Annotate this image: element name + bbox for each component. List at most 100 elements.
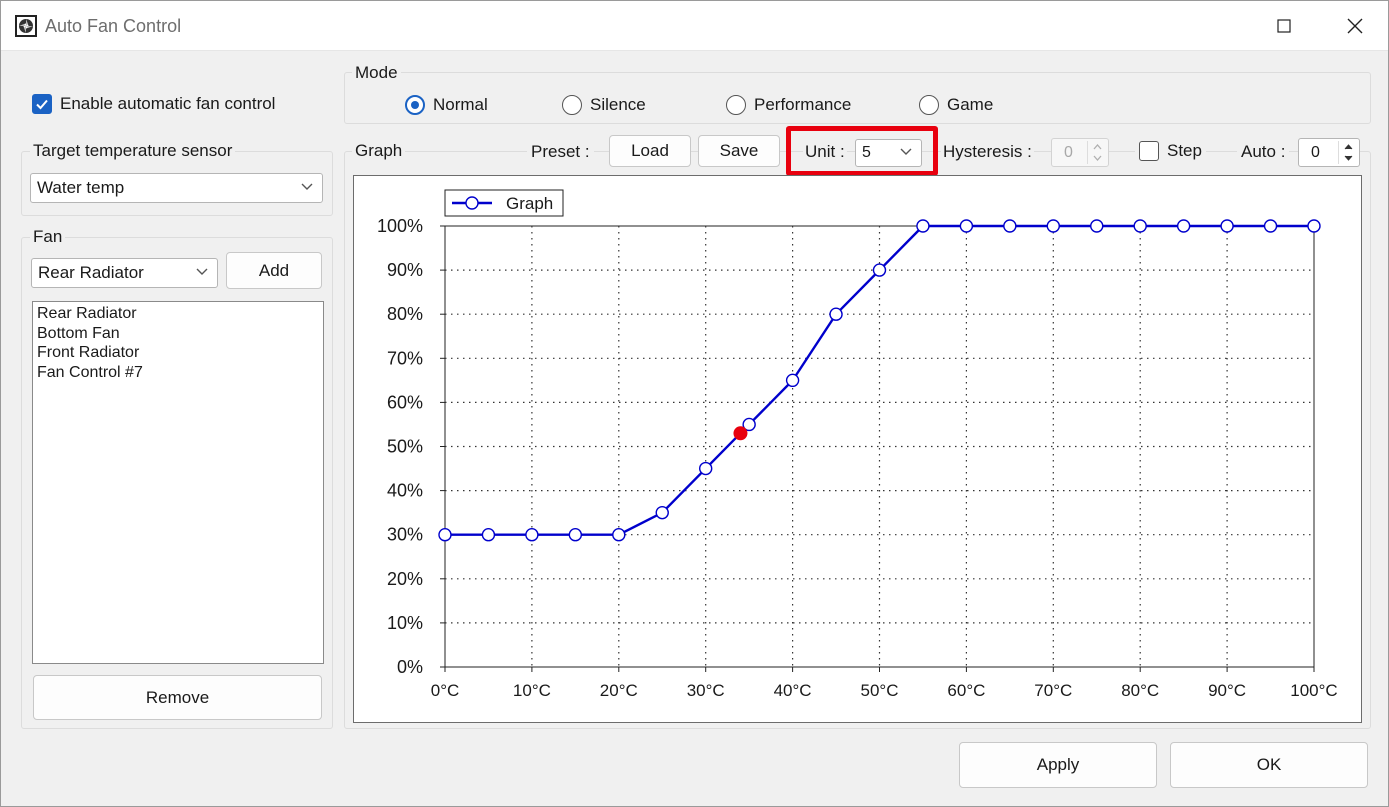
fan-curve-chart[interactable]: 0°C 10°C 20°C 30°C 40°C 50°C 60°C 70°C 80°C 90°C 1… [354,176,1361,722]
radio-indicator [726,95,746,115]
x-tick-label: 30°C [687,681,725,700]
mode-silence-label: Silence [590,95,646,114]
title-bar: Auto Fan Control [1,1,1388,51]
radio-indicator [562,95,582,115]
step-toggle[interactable]: Step [1135,141,1206,161]
y-tick-label: 10% [387,613,423,633]
mode-performance-label: Performance [754,95,852,114]
y-tick-label: 80% [387,304,423,324]
graph-group-label: Graph [352,141,406,161]
radio-indicator [405,95,425,115]
save-preset-button[interactable]: Save [698,135,780,167]
window-title: Auto Fan Control [45,16,182,36]
arrow-up-icon [1344,143,1352,150]
hysteresis-value: 0 [1064,143,1073,161]
data-point[interactable] [959,219,974,233]
enable-label: Enable automatic fan control [60,94,276,113]
x-tick-label: 20°C [600,681,638,700]
chevron-down-icon [301,183,313,190]
close-icon [1347,18,1363,34]
add-fan-button[interactable]: Add [226,252,322,289]
y-tick-label: 30% [387,525,423,545]
y-tick-label: 50% [387,437,423,457]
data-point[interactable] [525,528,539,542]
x-tick-label: 0°C [431,681,460,700]
data-point[interactable] [1003,219,1017,233]
arrow-up-icon [1093,143,1101,150]
data-point[interactable] [1176,219,1191,233]
data-point[interactable] [1090,219,1104,233]
fan-app-icon [15,15,37,37]
mode-normal-label: Normal [433,95,488,114]
unit-highlight-box [786,126,938,176]
checkmark-icon [36,99,48,110]
auto-value: 0 [1311,143,1320,161]
data-point[interactable] [568,528,583,542]
mode-radio-silence[interactable]: Silence [562,95,646,115]
x-tick-label: 60°C [947,681,985,700]
mode-radio-normal[interactable]: Normal [405,95,488,115]
y-tick-label: 40% [387,481,423,501]
spin-arrows[interactable] [1338,141,1357,164]
data-point[interactable] [481,528,496,542]
data-point[interactable] [1263,219,1278,233]
chevron-down-icon [196,268,208,275]
list-item[interactable]: Rear Radiator [37,304,319,324]
fan-selected-value: Rear Radiator [38,263,144,282]
x-tick-label: 70°C [1034,681,1072,700]
remove-fan-button[interactable]: Remove [33,675,322,720]
maximize-icon [1277,19,1291,33]
y-tick-label: 90% [387,260,423,280]
data-point[interactable] [829,307,843,321]
data-point[interactable] [1046,219,1060,233]
apply-button[interactable]: Apply [959,742,1157,788]
hysteresis-label: Hysteresis : [941,142,1034,162]
step-checkbox[interactable] [1139,141,1159,161]
close-button[interactable] [1340,12,1370,40]
data-point[interactable] [1220,219,1234,233]
list-item-selected[interactable]: Front Radiator [37,343,319,363]
hysteresis-spinner[interactable]: 0 [1051,138,1109,167]
data-point[interactable] [872,263,887,277]
spin-arrows[interactable] [1087,141,1106,164]
ok-button[interactable]: OK [1170,742,1368,788]
fan-curve-graph[interactable]: 0°C 10°C 20°C 30°C 40°C 50°C 60°C 70°C 80°C 90°C 1… [353,175,1362,723]
y-tick-label: 100% [377,216,423,236]
auto-fan-control-window: Auto Fan Control Enable automatic fan co… [0,0,1389,807]
data-point[interactable] [655,505,669,520]
fan-list[interactable]: Rear Radiator Bottom Fan Front Radiator … [32,301,324,664]
y-tick-label: 60% [387,392,423,412]
sensor-dropdown[interactable]: Water temp [30,173,323,203]
auto-label: Auto : [1237,142,1290,162]
auto-spinner[interactable]: 0 [1298,138,1360,167]
x-tick-label: 80°C [1121,681,1159,700]
mode-radio-performance[interactable]: Performance [726,95,851,115]
data-point[interactable] [612,528,626,542]
enable-auto-control[interactable]: Enable automatic fan control [32,94,275,114]
radio-indicator [919,95,939,115]
data-point[interactable] [1133,219,1147,233]
data-point[interactable] [699,461,713,476]
load-preset-button[interactable]: Load [609,135,691,167]
data-point[interactable] [438,528,452,542]
arrow-down-icon [1093,155,1101,162]
data-point[interactable] [785,373,800,388]
maximize-button[interactable] [1269,12,1299,40]
fan-dropdown[interactable]: Rear Radiator [31,258,218,288]
arrow-down-icon [1344,155,1352,162]
mode-group-label: Mode [352,63,401,83]
enable-checkbox[interactable] [32,94,52,114]
data-point[interactable] [916,219,930,233]
list-item[interactable]: Fan Control #7 [37,363,319,383]
x-tick-label: 100°C [1290,681,1337,700]
list-item[interactable]: Bottom Fan [37,324,319,344]
step-label: Step [1167,141,1202,160]
x-tick-label: 40°C [774,681,812,700]
data-point[interactable] [1307,219,1321,233]
sensor-group-label: Target temperature sensor [30,141,236,161]
mode-radio-game[interactable]: Game [919,95,993,115]
y-tick-label: 0% [397,657,423,677]
mode-game-label: Game [947,95,994,114]
legend-marker [465,196,479,210]
sensor-value: Water temp [37,178,125,197]
